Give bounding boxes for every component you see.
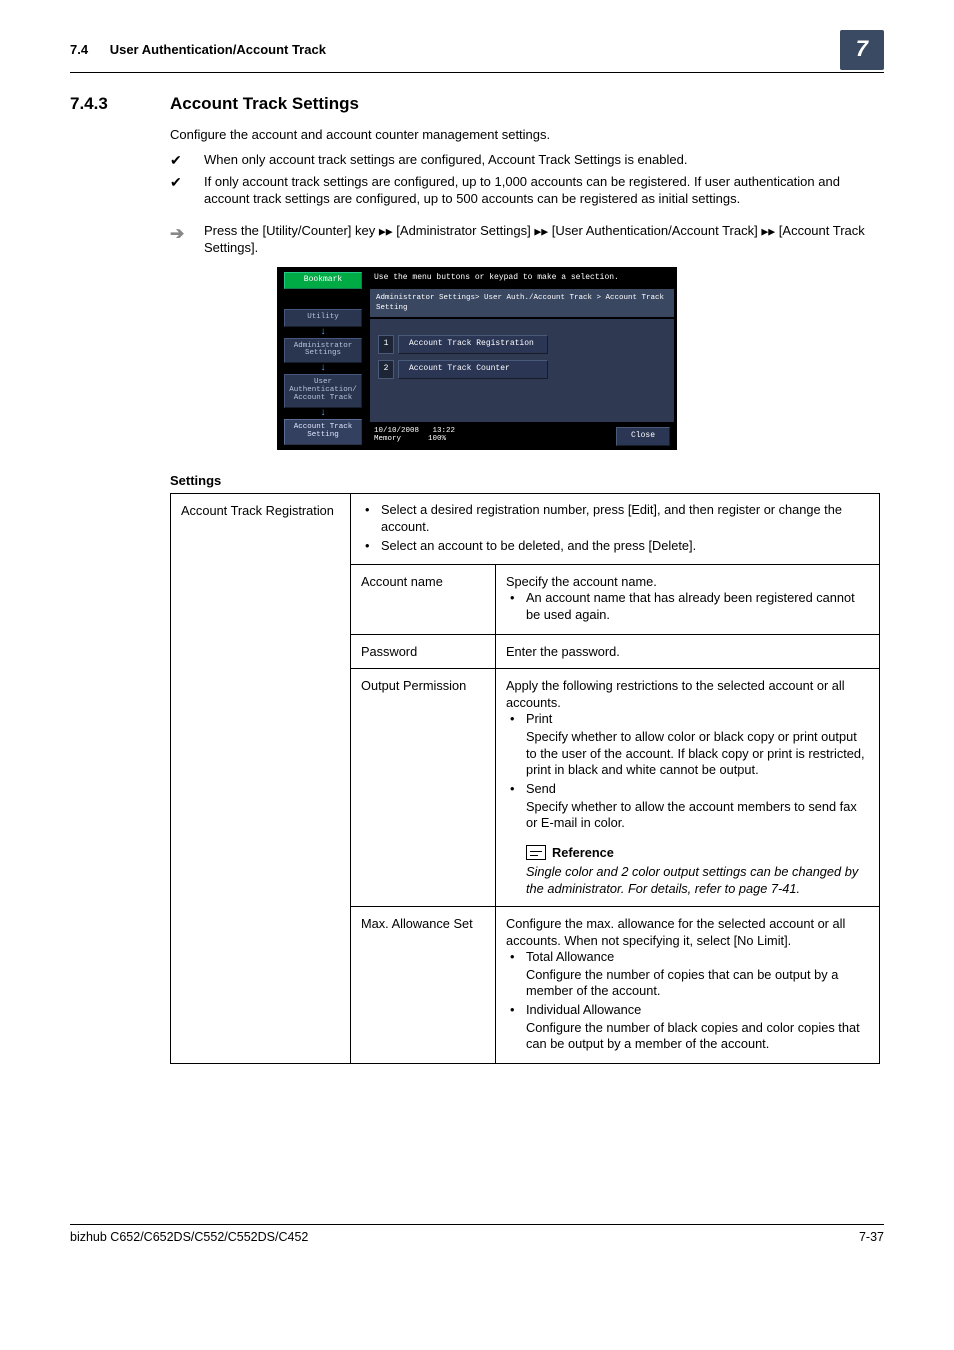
menu-item: 1 Account Track Registration [378, 335, 666, 354]
triangle-icon: ▶▶ [379, 226, 393, 236]
list-item: SendSpecify whether to allow the account… [506, 781, 869, 832]
reference-block: Reference Single color and 2 color outpu… [526, 844, 869, 898]
sub-setting-desc: Specify the account name. An account nam… [496, 565, 880, 635]
triangle-icon: ▶▶ [534, 226, 548, 236]
triangle-icon: ▶▶ [761, 226, 775, 236]
section-number: 7.4 [70, 42, 88, 57]
settings-table: Account Track Registration Select a desi… [170, 493, 880, 1064]
screenshot-breadcrumb: Administrator Settings> User Auth./Accou… [370, 289, 674, 317]
screenshot-instruction: Use the menu buttons or keypad to make a… [368, 268, 676, 289]
reference-heading: Reference [552, 844, 614, 861]
footer-page-number: 7-37 [859, 1229, 884, 1246]
reference-icon [526, 845, 546, 860]
sub-setting-desc: Enter the password. [496, 634, 880, 668]
setting-desc: Select a desired registration number, pr… [351, 494, 880, 565]
menu-number: 1 [378, 335, 394, 354]
bookmark-button[interactable]: Bookmark [284, 272, 362, 289]
page-header: 7.4 User Authentication/Account Track 7 [70, 30, 884, 73]
header-left: 7.4 User Authentication/Account Track [70, 41, 840, 59]
check-icon: ✔ [170, 151, 182, 170]
memory-value: 100% [428, 435, 446, 443]
subsection-number: 7.4.3 [70, 93, 170, 116]
nav-utility[interactable]: Utility [284, 309, 362, 327]
prereq-text: If only account track settings are confi… [204, 174, 840, 207]
nav-user-auth[interactable]: User Authentication/ Account Track [284, 374, 362, 408]
menu-account-track-registration[interactable]: Account Track Registration [398, 335, 548, 354]
footer-model: bizhub C652/C652DS/C552/C552DS/C452 [70, 1229, 859, 1246]
prereq-item: ✔ When only account track settings are co… [170, 151, 884, 169]
screenshot-body: 1 Account Track Registration 2 Account T… [370, 319, 674, 422]
setting-name: Account Track Registration [171, 494, 351, 1064]
list-item: Select a desired registration number, pr… [361, 502, 869, 535]
page-footer: bizhub C652/C652DS/C552/C552DS/C452 7-37 [70, 1224, 884, 1246]
subsection-title: Account Track Settings [170, 93, 359, 116]
settings-heading: Settings [170, 472, 884, 490]
screenshot-sidebar: Bookmark Utility ↓ Administrator Setting… [278, 268, 368, 449]
list-item: PrintSpecify whether to allow color or b… [506, 711, 869, 779]
screenshot-date: 10/10/2008 [374, 427, 419, 435]
chapter-tab: 7 [840, 30, 884, 70]
prereq-list: ✔ When only account track settings are co… [170, 151, 884, 208]
memory-label: Memory [374, 435, 401, 443]
prereq-text: When only account track settings are con… [204, 152, 687, 167]
close-button[interactable]: Close [616, 427, 670, 446]
menu-number: 2 [378, 360, 394, 379]
sub-setting-name: Account name [351, 565, 496, 635]
sub-setting-desc: Apply the following restrictions to the … [496, 668, 880, 906]
step-text: Press the [Utility/Counter] key ▶▶ [Admi… [204, 223, 865, 256]
check-icon: ✔ [170, 173, 182, 192]
chevron-down-icon: ↓ [320, 366, 326, 371]
prereq-item: ✔ If only account track settings are conf… [170, 173, 884, 208]
list-item: Total AllowanceConfigure the number of c… [506, 949, 869, 1000]
menu-item: 2 Account Track Counter [378, 360, 666, 379]
subsection-heading: 7.4.3 Account Track Settings [70, 93, 884, 116]
sub-setting-name: Output Permission [351, 668, 496, 906]
reference-text: Single color and 2 color output settings… [526, 863, 869, 898]
screenshot-footer: 10/10/2008 13:22 Memory 100% Close [368, 424, 676, 449]
intro-paragraph: Configure the account and account counte… [170, 126, 884, 144]
sub-setting-name: Password [351, 634, 496, 668]
list-item: An account name that has already been re… [506, 590, 869, 623]
chevron-down-icon: ↓ [320, 411, 326, 416]
menu-account-track-counter[interactable]: Account Track Counter [398, 360, 548, 379]
arrow-icon: ➔ [170, 223, 184, 246]
screenshot-time: 13:22 [433, 427, 456, 435]
procedure-step: ➔ Press the [Utility/Counter] key ▶▶ [Ad… [170, 222, 884, 257]
nav-account-track-setting[interactable]: Account Track Setting [284, 419, 362, 445]
list-item: Select an account to be deleted, and the… [361, 538, 869, 555]
sub-setting-name: Max. Allowance Set [351, 906, 496, 1063]
chevron-down-icon: ↓ [320, 330, 326, 335]
nav-admin-settings[interactable]: Administrator Settings [284, 338, 362, 364]
list-item: Individual AllowanceConfigure the number… [506, 1002, 869, 1053]
device-screenshot: Bookmark Utility ↓ Administrator Setting… [277, 267, 677, 450]
section-title: User Authentication/Account Track [110, 42, 326, 57]
sub-setting-desc: Configure the max. allowance for the sel… [496, 906, 880, 1063]
